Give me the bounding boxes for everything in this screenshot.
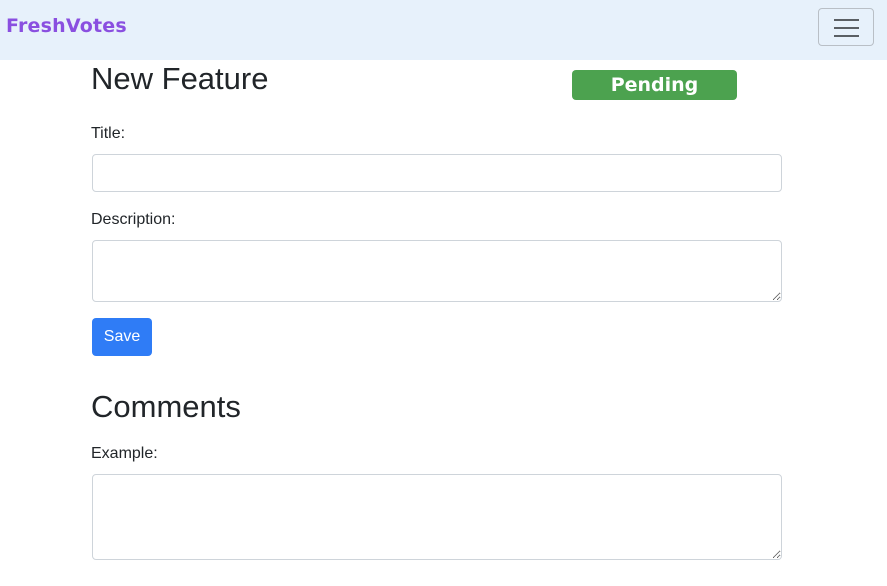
comments-heading: Comments xyxy=(91,389,241,424)
navbar-toggler-button[interactable] xyxy=(818,8,874,46)
description-textarea[interactable] xyxy=(92,240,782,302)
status-badge: Pending Review xyxy=(572,70,737,126)
title-label: Title: xyxy=(91,125,126,142)
navbar: FreshVotes xyxy=(0,0,887,60)
example-label: Example: xyxy=(91,445,158,462)
page-title: New Feature xyxy=(91,61,269,96)
comment-textarea[interactable] xyxy=(92,474,782,560)
brand-logo[interactable]: FreshVotes xyxy=(6,15,127,37)
hamburger-menu-icon xyxy=(834,19,859,37)
save-button[interactable]: Save xyxy=(92,318,152,356)
title-input[interactable] xyxy=(92,154,782,192)
description-label: Description: xyxy=(91,211,176,228)
